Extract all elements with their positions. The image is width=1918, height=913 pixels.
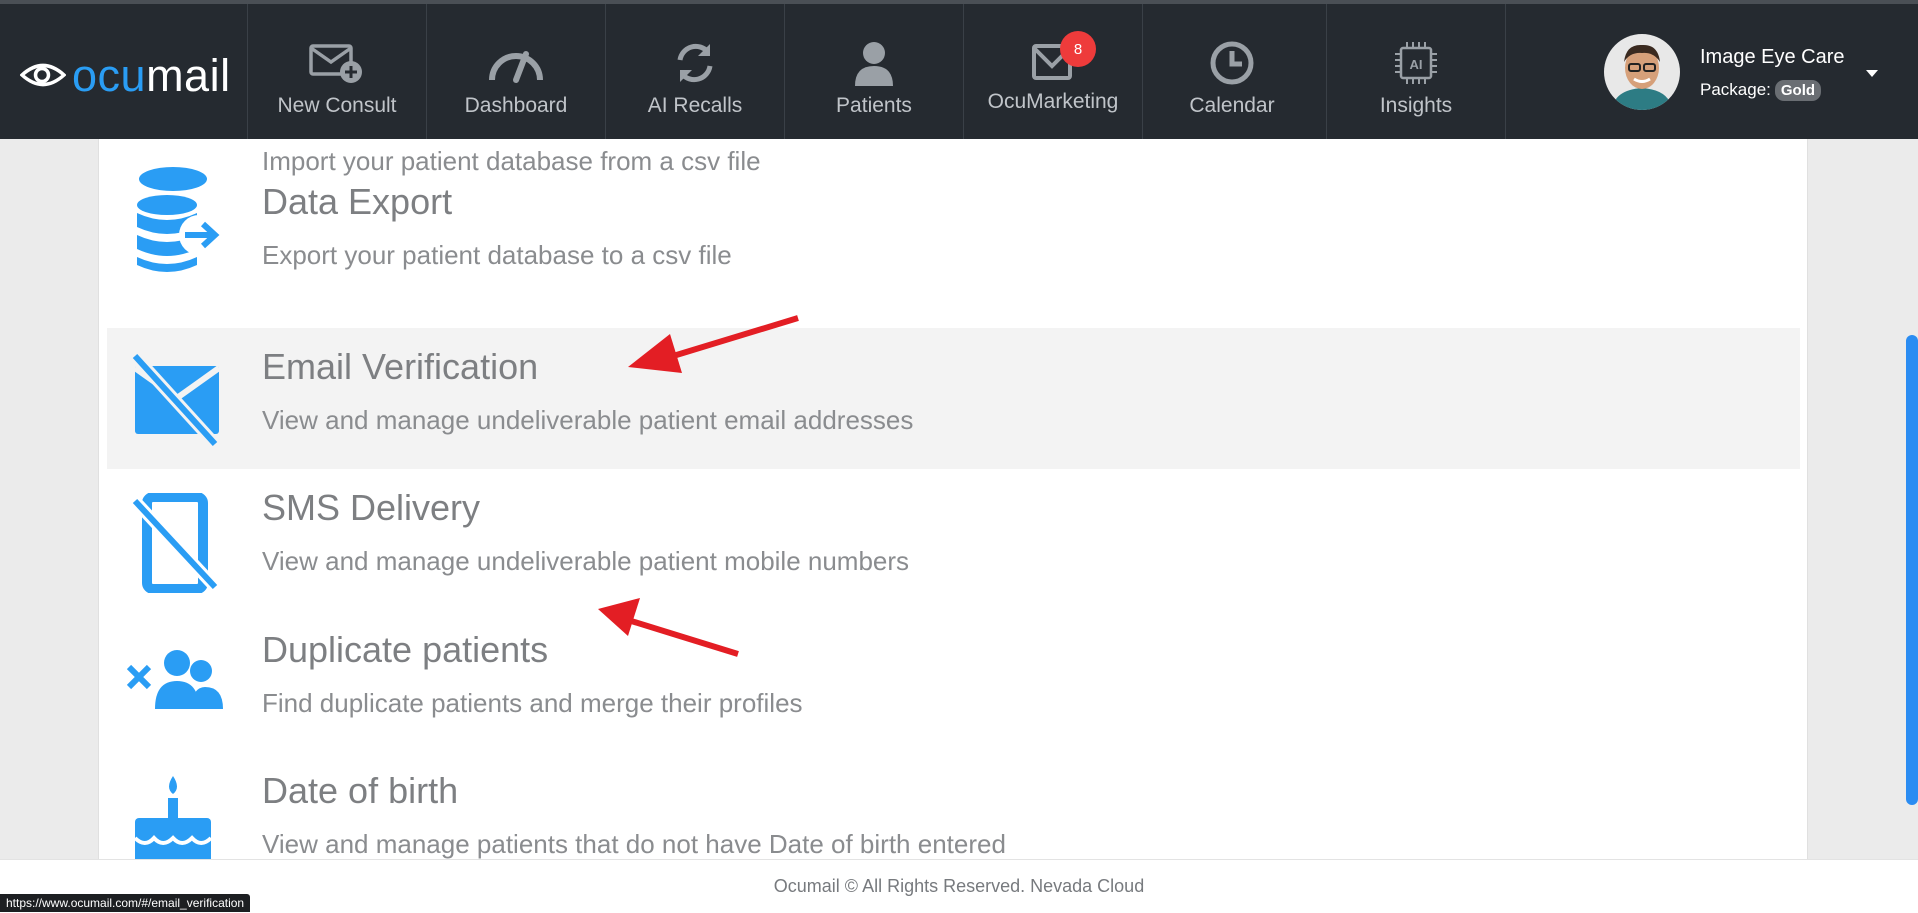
nav-ocumarketing[interactable]: OcuMarketing [963,4,1142,139]
list-item-title: Email Verification [262,346,539,387]
nav-divider [1505,4,1506,139]
package-info: Package: Gold [1700,80,1822,101]
eye-logo-icon [20,63,66,87]
nav-label: Patients [836,94,912,117]
ai-chip-icon: AI [1395,42,1437,84]
avatar [1604,34,1680,110]
birthday-cake-icon [127,776,227,859]
settings-panel: Import your patient database from a csv … [98,139,1808,859]
nav-label: New Consult [277,94,397,117]
list-item-data-export[interactable]: Data Export Export your patient database… [107,163,1800,304]
svg-text:AI: AI [1410,57,1423,72]
nav-label: Calendar [1189,94,1275,117]
top-navbar: ocumail New Consult Dashboard AI Recalls… [0,4,1918,139]
nav-patients[interactable]: Patients [784,4,963,139]
nav-new-consult[interactable]: New Consult [247,4,426,139]
list-item-desc: View and manage patients that do not hav… [262,829,1006,859]
chevron-down-icon[interactable] [1866,70,1878,77]
nav-dashboard[interactable]: Dashboard [426,4,605,139]
list-item-title: Date of birth [262,770,459,811]
user-profile-menu[interactable]: Image Eye Care Package: Gold [1604,34,1904,114]
list-item-desc: Export your patient database to a csv fi… [262,240,732,270]
list-item-desc: View and manage undeliverable patient em… [262,405,914,435]
nav-insights[interactable]: AI Insights [1326,4,1505,139]
brand-wordmark: ocumail [72,49,231,101]
browser-status-url: https://www.ocumail.com/#/email_verifica… [0,894,251,912]
vertical-scrollbar[interactable] [1906,335,1918,805]
list-item-desc: View and manage undeliverable patient mo… [262,546,910,576]
nav-label: OcuMarketing [987,90,1119,113]
nav-calendar[interactable]: Calendar [1142,4,1321,139]
nav-label: Insights [1379,94,1453,117]
footer-text: Ocumail © All Rights Reserved. Nevada Cl… [773,876,1145,896]
page-footer: Ocumail © All Rights Reserved. Nevada Cl… [0,859,1918,913]
notification-badge: 8 [1060,31,1096,67]
package-badge: Gold [1774,80,1822,101]
list-item-sms-delivery[interactable]: SMS Delivery View and manage undeliverab… [107,469,1800,610]
list-item-title: Duplicate patients [262,629,549,670]
list-item-title: SMS Delivery [262,487,481,528]
list-item-duplicate-patients[interactable]: Duplicate patients Find duplicate patien… [107,611,1800,752]
nav-label: AI Recalls [647,94,743,117]
envelope-plus-icon [309,44,362,83]
phone-off-icon [127,492,227,594]
package-label: Package: [1700,80,1771,99]
list-item-email-verification[interactable]: Email Verification View and manage undel… [107,328,1800,469]
database-export-icon [127,187,227,287]
profile-name: Image Eye Care [1700,46,1845,68]
email-off-icon [127,351,227,452]
ocumail-logo[interactable]: ocumail [20,52,231,98]
clock-icon [1210,41,1254,85]
users-x-icon [126,635,227,735]
person-icon [855,42,893,86]
gauge-icon [489,51,543,83]
list-item-title: Data Export [262,181,453,222]
nav-ai-recalls[interactable]: AI Recalls [605,4,784,139]
nav-label: Dashboard [464,94,568,117]
refresh-icon [677,43,713,83]
list-item-desc: Find duplicate patients and merge their … [262,688,803,718]
list-item-date-of-birth[interactable]: Date of birth View and manage patients t… [107,752,1800,859]
